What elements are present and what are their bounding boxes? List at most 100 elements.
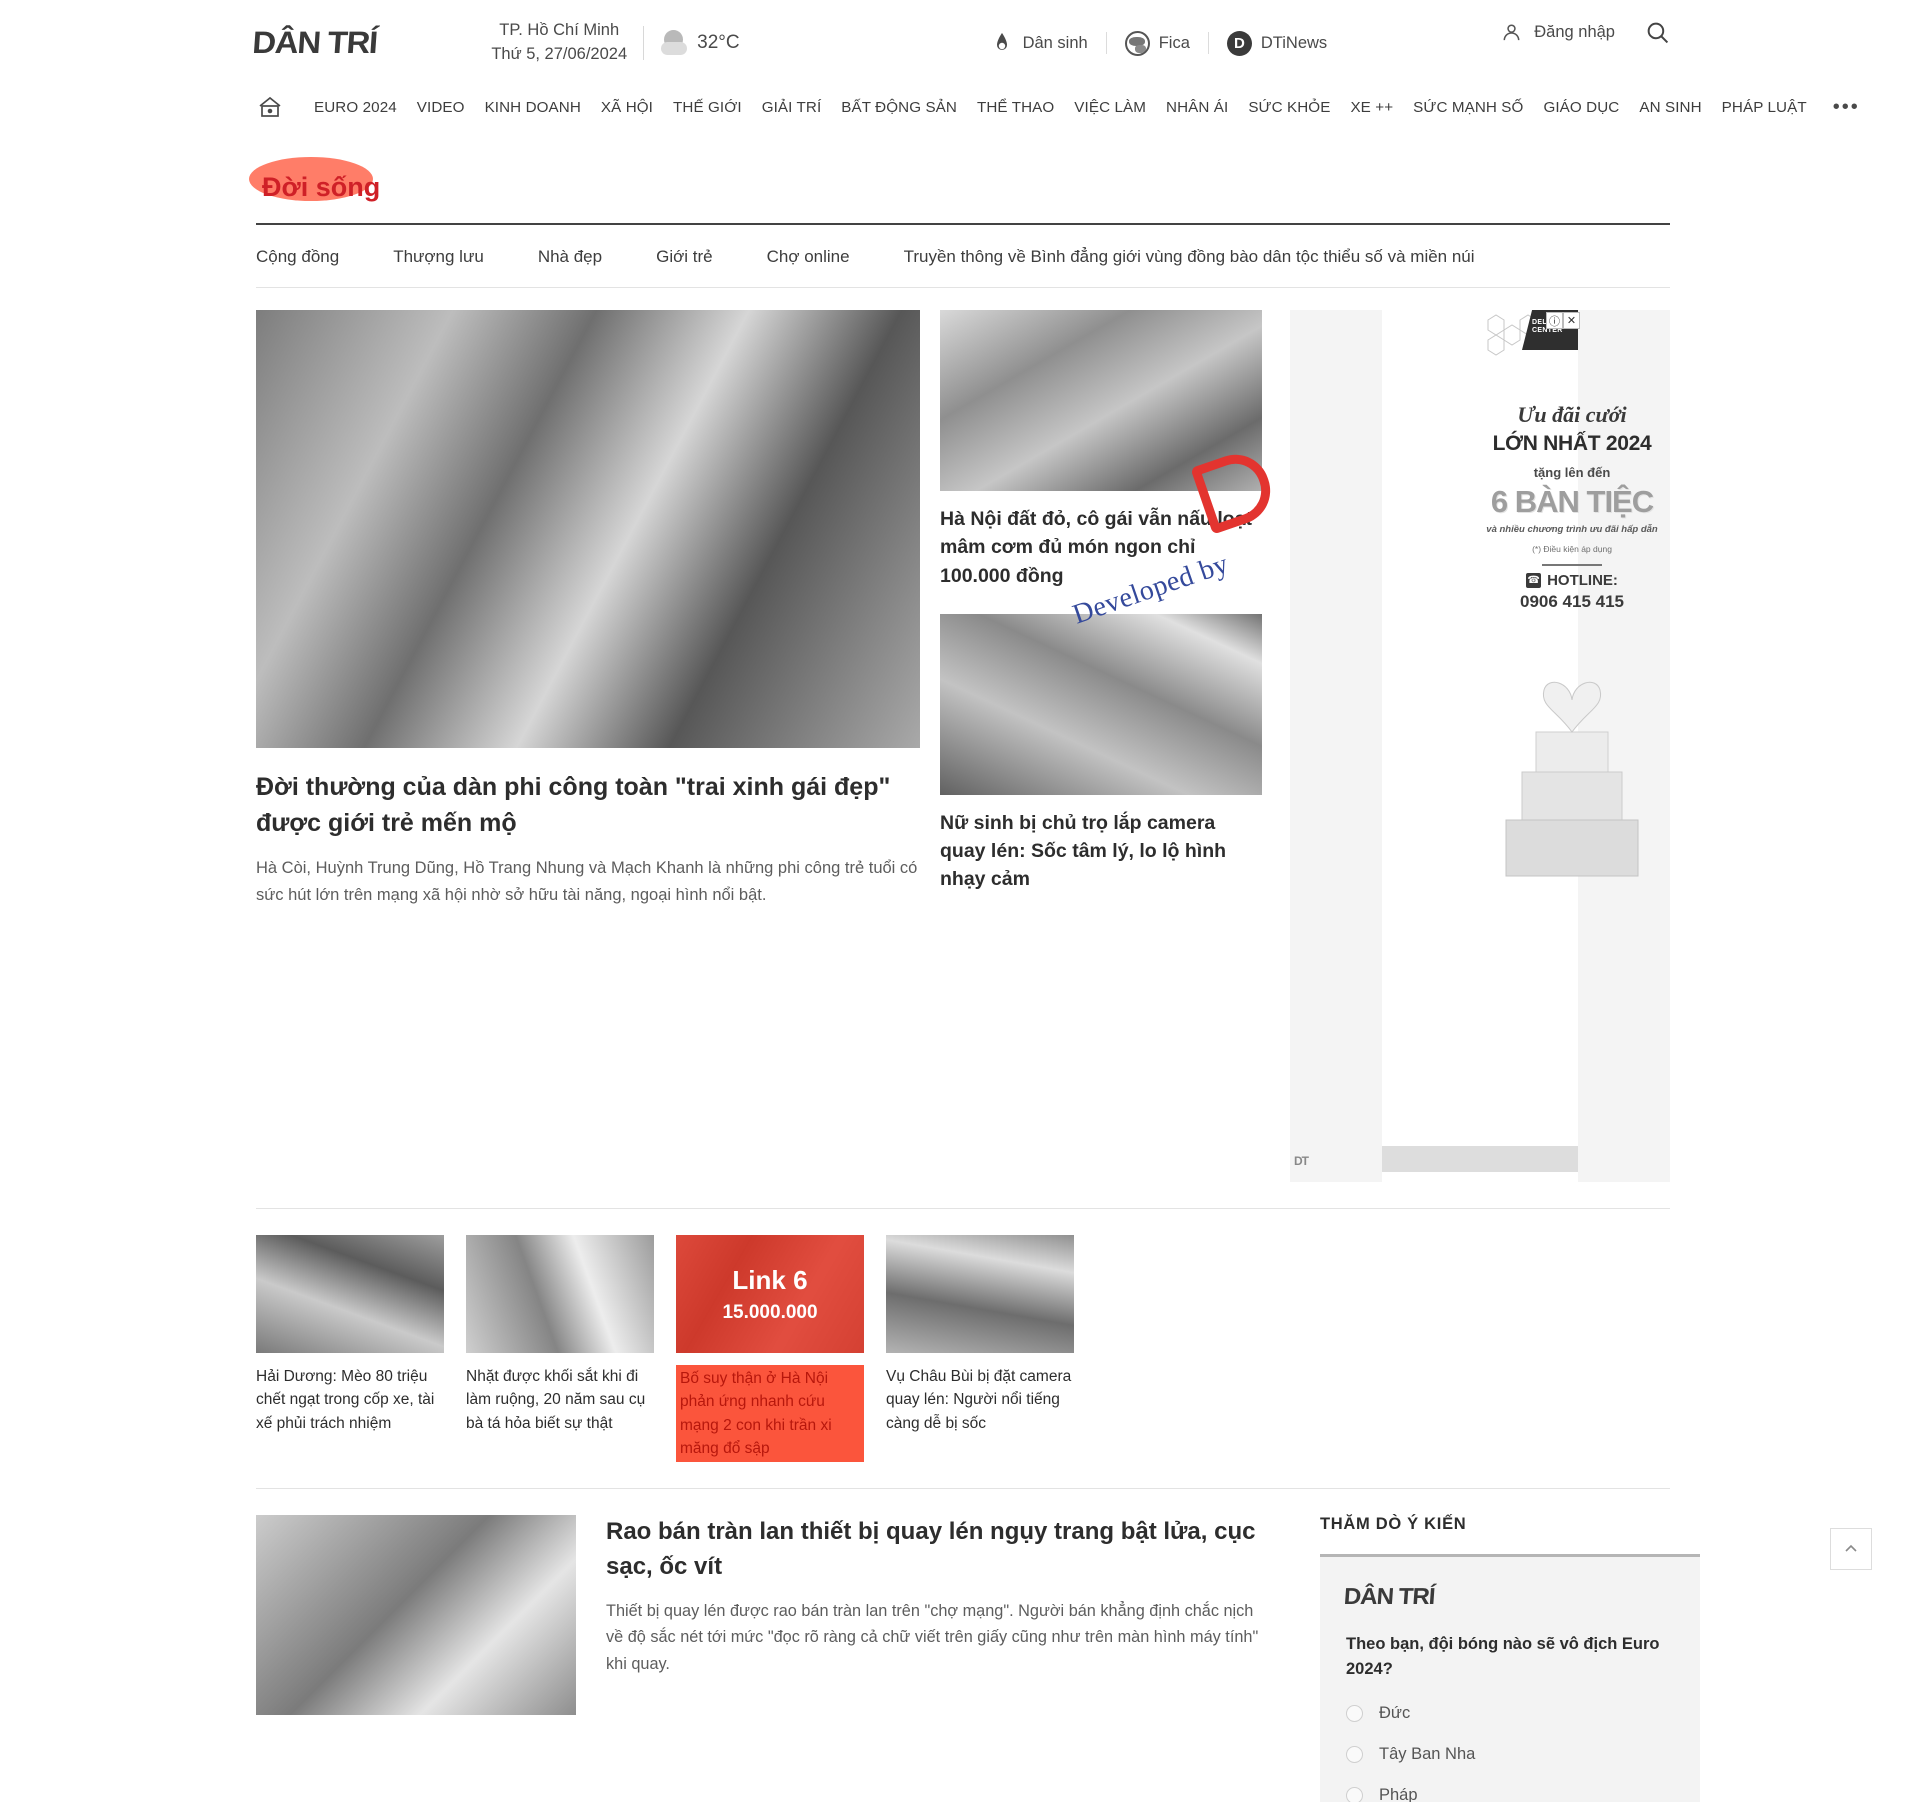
lead-article-title[interactable]: Đời thường của dàn phi công toàn "trai x… xyxy=(256,770,920,841)
subnav-item-cong-dong[interactable]: Cộng đồng xyxy=(256,247,366,267)
nav-item-bat-dong-san[interactable]: BẤT ĐỘNG SẢN xyxy=(831,99,967,116)
ad-note: và nhiều chương trình ưu đãi hấp dẫn xyxy=(1486,524,1658,535)
link6-overlay: Link 6 15.000.000 xyxy=(676,1235,864,1353)
thumbnail-image[interactable] xyxy=(256,1235,444,1353)
poll-option-label: Pháp xyxy=(1379,1785,1418,1802)
chevron-up-icon xyxy=(1845,1544,1857,1552)
radio-icon[interactable] xyxy=(1346,1786,1363,1802)
side-article[interactable]: Hà Nội đất đỏ, cô gái vẫn nấu loạt mâm c… xyxy=(940,310,1262,590)
sun-cloud-icon xyxy=(660,30,688,56)
side-article-image[interactable] xyxy=(940,310,1262,491)
list-item-highlighted[interactable]: Link 6 15.000.000 Bố suy thận ở Hà Nội p… xyxy=(676,1235,864,1462)
nav-item-xe[interactable]: XE ++ xyxy=(1340,99,1403,116)
nav-item-suc-khoe[interactable]: SỨC KHỎE xyxy=(1238,99,1340,116)
thumbnail-title[interactable]: Bố suy thận ở Hà Nội phản ứng nhanh cứu … xyxy=(676,1365,864,1462)
ad-footer-logo: DT xyxy=(1294,1154,1309,1168)
lead-article-summary: Hà Còi, Huỳnh Trung Dũng, Hồ Trang Nhung… xyxy=(256,859,918,904)
nav-item-nhan-ai[interactable]: NHÂN ÁI xyxy=(1156,99,1238,116)
lead-article-image[interactable] xyxy=(256,310,920,748)
list-item[interactable]: Nhặt được khối sắt khi đi làm ruộng, 20 … xyxy=(466,1235,654,1462)
weather-widget: TP. Hồ Chí Minh Thứ 5, 27/06/2024 32°C xyxy=(491,19,739,67)
nav-item-the-thao[interactable]: THỂ THAO xyxy=(967,99,1064,116)
poll-option-duc[interactable]: Đức xyxy=(1346,1704,1674,1723)
drop-icon xyxy=(996,33,1007,50)
ad-terms: (*) Điều kiện áp dụng xyxy=(1532,544,1612,554)
subnav-item-thuong-luu[interactable]: Thượng lưu xyxy=(366,247,511,267)
info-icon[interactable]: ⓘ xyxy=(1546,312,1563,329)
main-navigation: EURO 2024 VIDEO KINH DOANH XÃ HỘI THẾ GI… xyxy=(0,86,1920,128)
nav-item-suc-manh-so[interactable]: SỨC MẠNH SỐ xyxy=(1403,99,1533,116)
section-title-row: Đời sống xyxy=(256,128,1670,223)
poll-option-label: Đức xyxy=(1379,1703,1411,1722)
bottom-article[interactable]: Rao bán tràn lan thiết bị quay lén ngụy … xyxy=(606,1515,1270,1802)
divider xyxy=(256,287,1670,288)
site-logo[interactable]: DÂN TRÍ xyxy=(251,25,378,61)
link6-label: Link 6 xyxy=(732,1264,808,1295)
advertisement-column: Ưu đãi cưới LỚN NHẤT 2024 tặng lên đến 6… xyxy=(1290,310,1670,1182)
dti-icon: D xyxy=(1226,30,1252,56)
subnav-item-cho-online[interactable]: Chợ online xyxy=(740,247,877,267)
bottom-article-image-wrap[interactable] xyxy=(256,1515,576,1802)
brand-links: Dân sinh Fica D DTiNews xyxy=(972,30,1346,56)
radio-icon[interactable] xyxy=(1346,1745,1363,1763)
side-article-image[interactable] xyxy=(940,613,1262,795)
ad-banner[interactable]: Ưu đãi cưới LỚN NHẤT 2024 tặng lên đến 6… xyxy=(1290,310,1670,1182)
lead-article[interactable]: Đời thường của dàn phi công toàn "trai x… xyxy=(256,310,920,1182)
brand-link-label: Fica xyxy=(1158,33,1190,52)
search-icon[interactable] xyxy=(1645,20,1670,45)
thumbnail-image[interactable]: Link 6 15.000.000 xyxy=(676,1235,864,1353)
thumbnail-image[interactable] xyxy=(886,1235,1074,1353)
poll-option-tay-ban-nha[interactable]: Tây Ban Nha xyxy=(1346,1745,1674,1764)
ad-headline-italic: Ưu đãi cưới xyxy=(1517,402,1627,427)
home-icon[interactable] xyxy=(256,95,284,119)
poll-option-phap[interactable]: Pháp xyxy=(1346,1786,1674,1802)
radio-icon[interactable] xyxy=(1346,1704,1363,1722)
divider xyxy=(256,1488,1670,1489)
subnav-item-nha-dep[interactable]: Nhà đẹp xyxy=(511,247,629,267)
poll-heading: THĂM DÒ Ý KIẾN xyxy=(1320,1515,1467,1533)
subnav-item-truyen-thong[interactable]: Truyền thông về Bình đẳng giới vùng đồng… xyxy=(877,247,1502,267)
ad-hotline-label: ☎ HOTLINE: xyxy=(1526,572,1618,589)
thumbnail-image[interactable] xyxy=(466,1235,654,1353)
scroll-to-top-button[interactable] xyxy=(1830,1528,1872,1570)
thumbnail-title[interactable]: Nhặt được khối sắt khi đi làm ruộng, 20 … xyxy=(466,1365,654,1435)
nav-item-giao-duc[interactable]: GIÁO DỤC xyxy=(1533,99,1629,116)
close-icon[interactable]: ✕ xyxy=(1563,312,1580,329)
main-content: Đời thường của dàn phi công toàn "trai x… xyxy=(0,310,1920,1182)
side-article-title[interactable]: Nữ sinh bị chủ trọ lắp camera quay lén: … xyxy=(940,809,1262,894)
thumbnail-title[interactable]: Vụ Châu Bùi bị đặt camera quay lén: Ngườ… xyxy=(886,1365,1074,1435)
brand-link-dan-sinh[interactable]: Dân sinh xyxy=(972,31,1106,55)
section-header: Đời sống Cộng đồng Thượng lưu Nhà đẹp Gi… xyxy=(0,128,1920,288)
thumbnail-title[interactable]: Hải Dương: Mèo 80 triệu chết ngạt trong … xyxy=(256,1365,444,1435)
brand-link-dtinews[interactable]: D DTiNews xyxy=(1209,30,1345,56)
login-button[interactable]: Đăng nhập xyxy=(1500,21,1615,44)
nav-item-euro-2024[interactable]: EURO 2024 xyxy=(304,99,407,116)
divider-wrap xyxy=(0,1488,1920,1489)
bottom-article-image[interactable] xyxy=(256,1515,576,1715)
nav-item-the-gioi[interactable]: THẾ GIỚI xyxy=(663,99,752,116)
nav-item-giai-tri[interactable]: GIẢI TRÍ xyxy=(752,99,832,116)
globe-icon xyxy=(1124,30,1150,56)
ad-subtext: tặng lên đến xyxy=(1533,465,1611,480)
nav-item-phap-luat[interactable]: PHÁP LUẬT xyxy=(1712,99,1817,116)
divider-wrap xyxy=(0,1208,1920,1209)
list-item[interactable]: Hải Dương: Mèo 80 triệu chết ngạt trong … xyxy=(256,1235,444,1462)
nav-item-video[interactable]: VIDEO xyxy=(407,99,475,116)
ad-hotline-number: 0906 415 415 xyxy=(1520,592,1624,611)
nav-item-viec-lam[interactable]: VIỆC LÀM xyxy=(1064,99,1156,116)
thumbnail-article-row: Hải Dương: Mèo 80 triệu chết ngạt trong … xyxy=(0,1235,1920,1462)
bottom-article-title[interactable]: Rao bán tràn lan thiết bị quay lén ngụy … xyxy=(606,1515,1270,1584)
nav-item-an-sinh[interactable]: AN SINH xyxy=(1629,99,1711,116)
side-article[interactable]: Nữ sinh bị chủ trọ lắp camera quay lén: … xyxy=(940,613,1262,894)
nav-item-xa-hoi[interactable]: XÃ HỘI xyxy=(591,99,663,116)
nav-item-kinh-doanh[interactable]: KINH DOANH xyxy=(475,99,591,116)
list-item[interactable]: Vụ Châu Bùi bị đặt camera quay lén: Ngườ… xyxy=(886,1235,1074,1462)
side-article-title[interactable]: Hà Nội đất đỏ, cô gái vẫn nấu loạt mâm c… xyxy=(940,505,1262,590)
subnav-item-gioi-tre[interactable]: Giới trẻ xyxy=(629,247,740,267)
poll-logo: DÂN TRÍ xyxy=(1342,1583,1436,1609)
header-right: Đăng nhập xyxy=(1500,20,1670,45)
ad-headline-bold: LỚN NHẤT 2024 xyxy=(1492,432,1652,455)
brand-link-fica[interactable]: Fica xyxy=(1107,30,1208,56)
poll-widget: THĂM DÒ Ý KIẾN DÂN TRÍ Theo bạn, đội bón… xyxy=(1320,1515,1700,1802)
nav-more-button[interactable]: ••• xyxy=(1817,96,1860,119)
